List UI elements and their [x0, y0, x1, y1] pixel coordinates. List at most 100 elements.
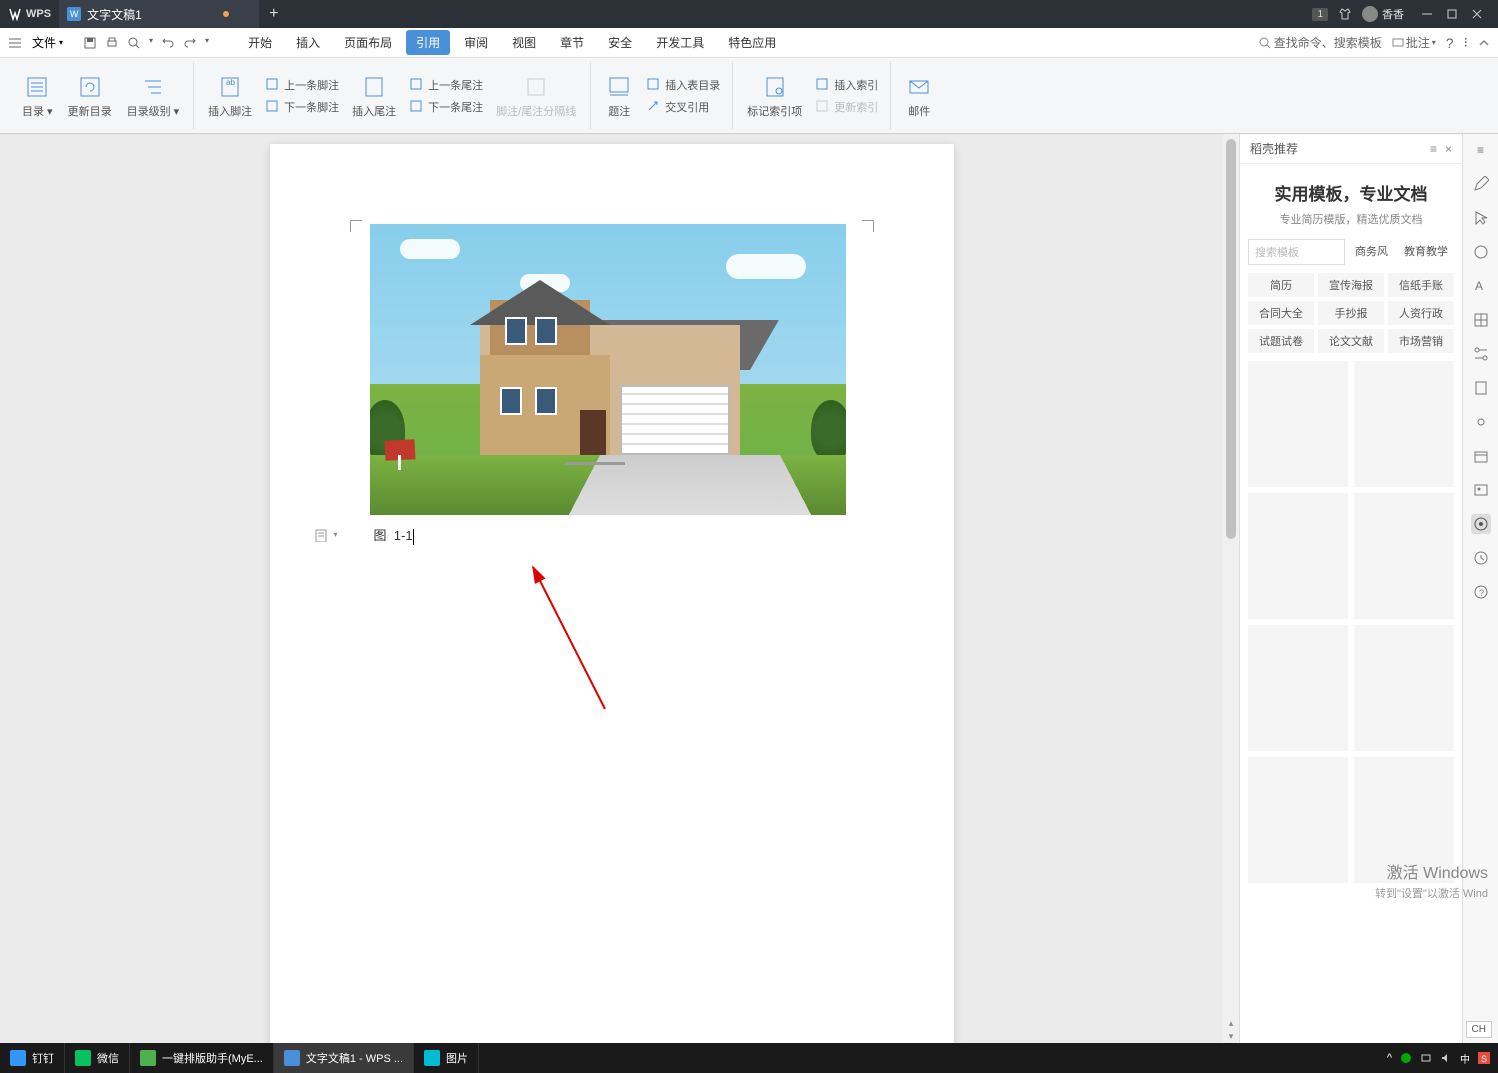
- tab-home[interactable]: 开始: [238, 30, 282, 55]
- tab-section[interactable]: 章节: [550, 30, 594, 55]
- template-card[interactable]: [1248, 361, 1348, 487]
- toc-button[interactable]: 目录 ▾: [16, 62, 59, 129]
- task-wps[interactable]: 文字文稿1 - WPS ...: [274, 1043, 414, 1073]
- insert-table-list-button[interactable]: 插入表目录: [642, 75, 724, 95]
- qat-dropdown-icon[interactable]: ▾: [205, 36, 209, 50]
- tray-network-icon[interactable]: [1420, 1052, 1432, 1064]
- tag-letter[interactable]: 信纸手账: [1388, 273, 1454, 297]
- template-card[interactable]: [1354, 625, 1454, 751]
- sidebar-close-icon[interactable]: ×: [1445, 142, 1452, 156]
- table-icon[interactable]: [1471, 310, 1491, 330]
- tray-app-icon[interactable]: [1400, 1052, 1412, 1064]
- tab-security[interactable]: 安全: [598, 30, 642, 55]
- task-wechat[interactable]: 微信: [65, 1043, 130, 1073]
- tag-contract[interactable]: 合同大全: [1248, 301, 1314, 325]
- paragraph-options-icon[interactable]: [312, 526, 330, 544]
- task-dingtalk[interactable]: 钉钉: [0, 1043, 65, 1073]
- close-button[interactable]: [1472, 9, 1482, 19]
- insert-endnote-button[interactable]: 插入尾注: [346, 62, 402, 129]
- para-dropdown-icon[interactable]: ▾: [334, 530, 338, 539]
- print-icon[interactable]: [105, 36, 119, 50]
- maximize-button[interactable]: [1447, 9, 1457, 19]
- task-typeset[interactable]: 一键排版助手(MyE...: [130, 1043, 274, 1073]
- preview-icon[interactable]: [127, 36, 141, 50]
- save-icon[interactable]: [83, 36, 97, 50]
- skin-icon[interactable]: [1338, 7, 1352, 21]
- text-icon[interactable]: A: [1471, 276, 1491, 296]
- tab-references[interactable]: 引用: [406, 30, 450, 55]
- scroll-thumb[interactable]: [1226, 139, 1236, 539]
- next-endnote-button[interactable]: 下一条尾注: [405, 97, 487, 117]
- prev-endnote-button[interactable]: 上一条尾注: [405, 75, 487, 95]
- scroll-down-icon[interactable]: ▾: [1226, 1031, 1236, 1041]
- menu-icon[interactable]: [8, 36, 22, 50]
- next-footnote-button[interactable]: 下一条脚注: [261, 97, 343, 117]
- help-icon[interactable]: ?: [1471, 582, 1491, 602]
- cursor-icon[interactable]: [1471, 208, 1491, 228]
- scrollbar[interactable]: ▴ ▾: [1223, 134, 1239, 1043]
- template-card[interactable]: [1354, 361, 1454, 487]
- tag-marketing[interactable]: 市场营销: [1388, 329, 1454, 353]
- image-icon[interactable]: [1471, 480, 1491, 500]
- template-card[interactable]: [1354, 493, 1454, 619]
- clipboard-icon[interactable]: [1471, 378, 1491, 398]
- insert-footnote-button[interactable]: ab 插入脚注: [202, 62, 258, 129]
- task-images[interactable]: 图片: [414, 1043, 479, 1073]
- tag-poster[interactable]: 宣传海报: [1318, 273, 1384, 297]
- document-area[interactable]: ▾ 图 1-1: [0, 134, 1223, 1043]
- scroll-up-icon[interactable]: ▴: [1226, 1018, 1236, 1028]
- app-logo[interactable]: WPS: [0, 0, 59, 28]
- tab-special[interactable]: 特色应用: [718, 30, 786, 55]
- new-tab-button[interactable]: +: [259, 5, 288, 23]
- history-icon[interactable]: [1471, 548, 1491, 568]
- sidebar-menu-icon[interactable]: ≡: [1430, 142, 1437, 156]
- command-search[interactable]: 查找命令、搜索模板: [1259, 34, 1382, 51]
- tag-handout[interactable]: 手抄报: [1318, 301, 1384, 325]
- menu-dropdown[interactable]: ⁝: [1464, 34, 1468, 51]
- tray-up-icon[interactable]: ^: [1387, 1052, 1392, 1064]
- pill-business[interactable]: 商务风: [1349, 239, 1394, 265]
- inserted-image[interactable]: [370, 224, 846, 515]
- template-search-input[interactable]: 搜索模板: [1248, 239, 1345, 265]
- tray-sogou-icon[interactable]: S: [1478, 1052, 1490, 1064]
- tag-hr[interactable]: 人资行政: [1388, 301, 1454, 325]
- update-toc-button[interactable]: 更新目录: [62, 62, 118, 129]
- tag-resume[interactable]: 简历: [1248, 273, 1314, 297]
- help-button[interactable]: ?: [1446, 35, 1454, 51]
- caption-button[interactable]: 题注: [599, 62, 639, 129]
- mail-button[interactable]: 邮件: [899, 62, 939, 129]
- tray-volume-icon[interactable]: [1440, 1052, 1452, 1064]
- drag-handle-icon[interactable]: ≡: [1471, 140, 1491, 160]
- template-card[interactable]: [1248, 757, 1348, 883]
- collapse-ribbon[interactable]: [1478, 37, 1490, 49]
- settings-icon[interactable]: [1471, 344, 1491, 364]
- tag-thesis[interactable]: 论文文献: [1318, 329, 1384, 353]
- ime-indicator[interactable]: CH: [1466, 1021, 1492, 1038]
- archive-icon[interactable]: [1471, 446, 1491, 466]
- qat-more-icon[interactable]: ▾: [149, 36, 153, 50]
- redo-icon[interactable]: [183, 36, 197, 50]
- toc-level-button[interactable]: 目录级别 ▾: [121, 62, 186, 129]
- user-info[interactable]: 香香: [1362, 6, 1404, 22]
- template-icon[interactable]: [1471, 514, 1491, 534]
- tab-review[interactable]: 审阅: [454, 30, 498, 55]
- template-card[interactable]: [1248, 493, 1348, 619]
- tray-ime-icon[interactable]: 中: [1460, 1051, 1470, 1066]
- crossref-button[interactable]: 交叉引用: [642, 97, 724, 117]
- template-card[interactable]: [1248, 625, 1348, 751]
- document-tab[interactable]: W 文字文稿1: [59, 0, 259, 28]
- tag-exam[interactable]: 试题试卷: [1248, 329, 1314, 353]
- tab-developer[interactable]: 开发工具: [646, 30, 714, 55]
- undo-icon[interactable]: [161, 36, 175, 50]
- template-card[interactable]: [1354, 757, 1454, 883]
- caption-text[interactable]: 图 1-1: [374, 525, 414, 545]
- tab-layout[interactable]: 页面布局: [334, 30, 402, 55]
- pencil-icon[interactable]: [1471, 174, 1491, 194]
- file-menu[interactable]: 文件 ▾: [26, 32, 69, 53]
- pill-education[interactable]: 教育教学: [1398, 239, 1454, 265]
- notification-badge[interactable]: 1: [1312, 8, 1328, 21]
- mark-index-button[interactable]: 标记索引项: [741, 62, 808, 129]
- shape-icon[interactable]: [1471, 242, 1491, 262]
- link-icon[interactable]: [1471, 412, 1491, 432]
- minimize-button[interactable]: [1422, 9, 1432, 19]
